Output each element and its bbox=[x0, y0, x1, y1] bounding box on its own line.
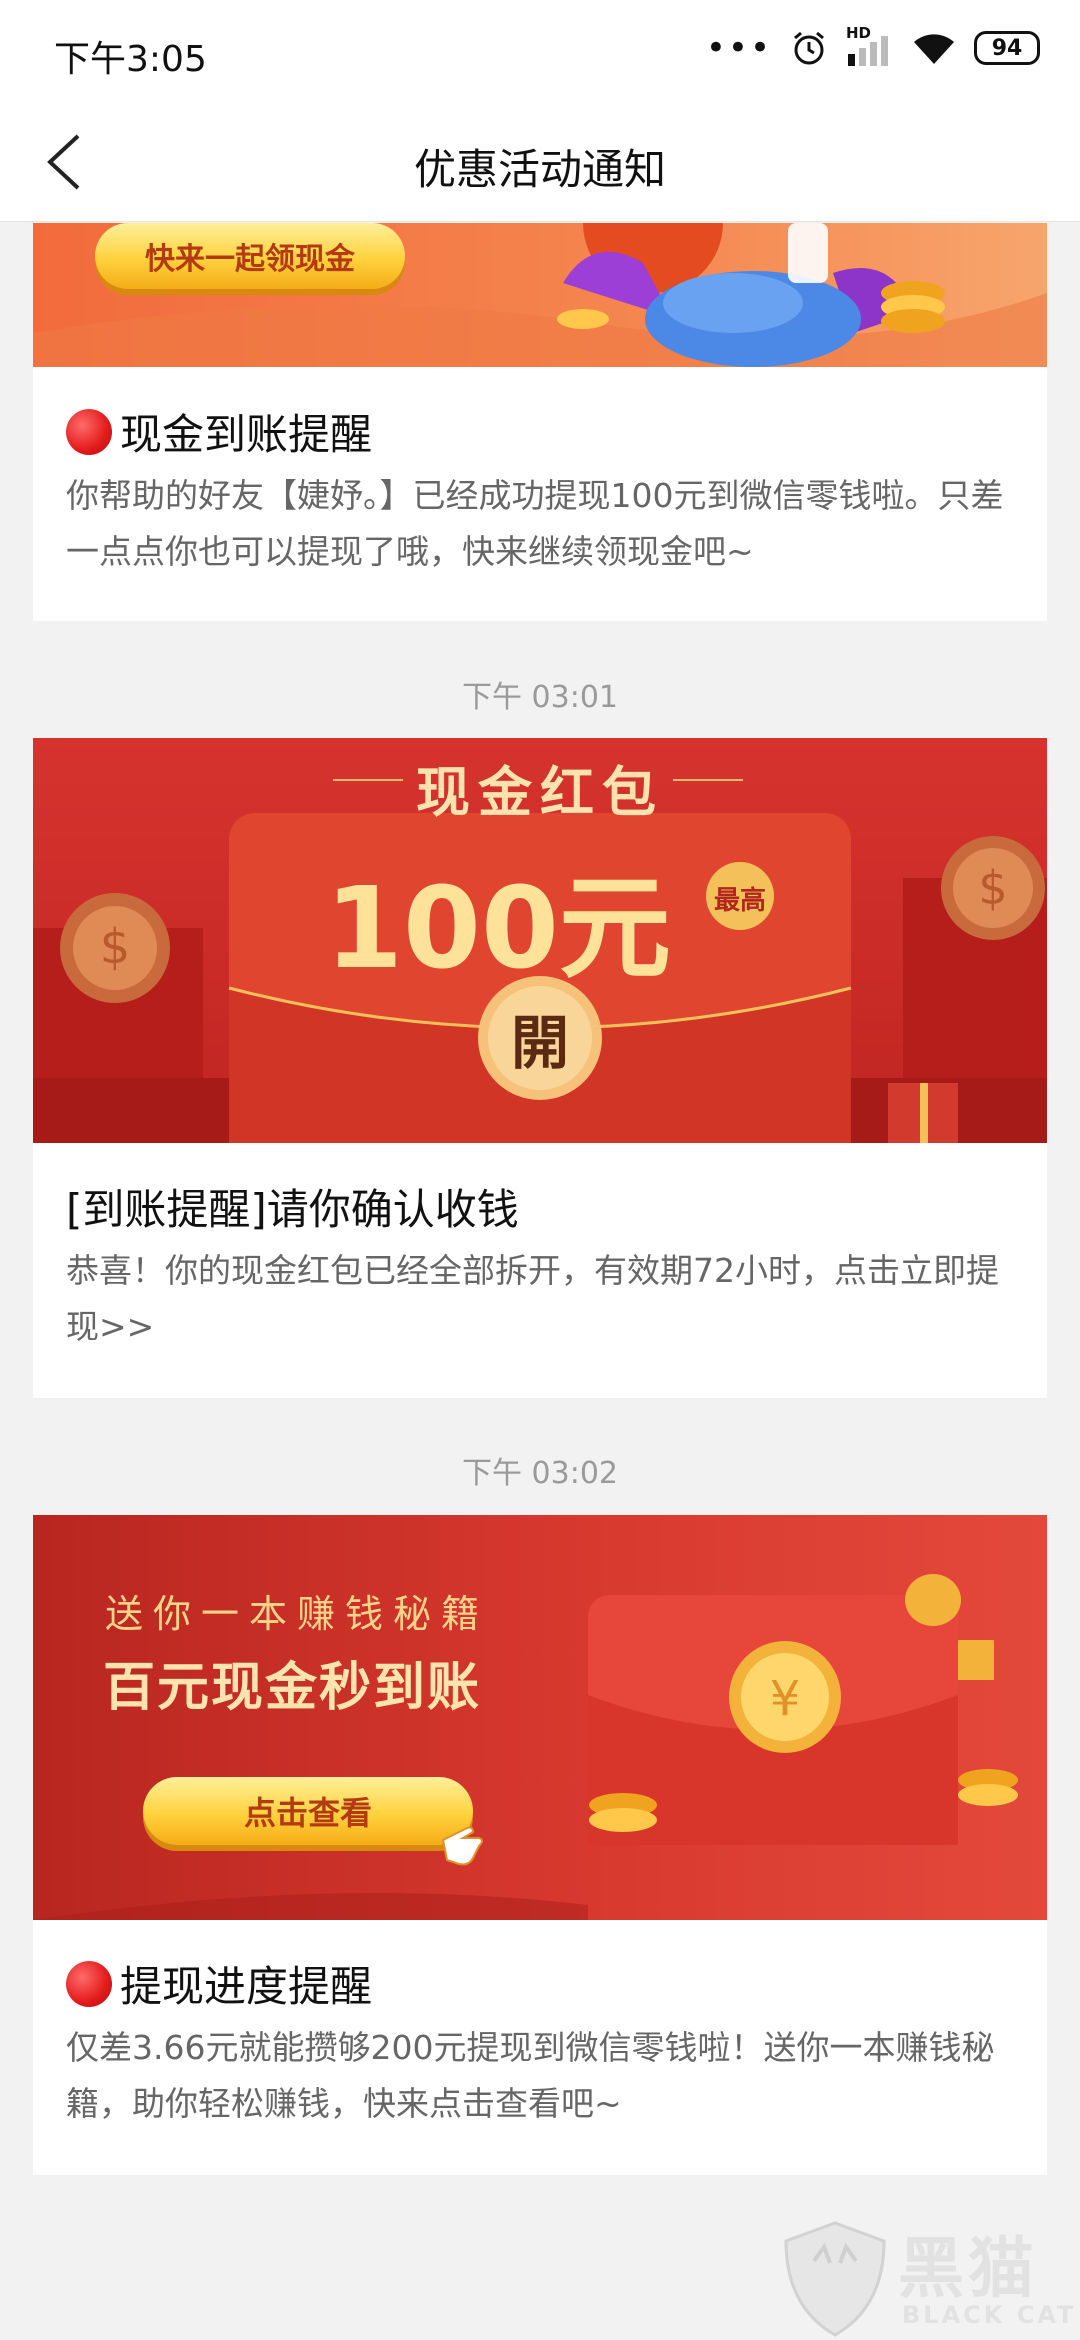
open-button[interactable]: 開 bbox=[488, 986, 592, 1090]
svg-text:¥: ¥ bbox=[770, 1671, 801, 1727]
message-card[interactable]: $ $ 现金红包 100元 最高 開 [到账提醒]请你确认收钱 恭喜！你的现金红… bbox=[33, 738, 1047, 1398]
status-icons: ••• HD 94 bbox=[705, 24, 1040, 68]
banner-line2: 百元现金秒到账 bbox=[103, 1658, 482, 1718]
card-title: 提现进度提醒 bbox=[66, 1953, 372, 2014]
red-dot-icon bbox=[66, 408, 112, 455]
cellular-signal-icon: HD bbox=[846, 24, 894, 68]
banner-line1: 送你一本赚钱秘籍 bbox=[105, 1592, 490, 1636]
card-title: [到账提醒]请你确认收钱 bbox=[66, 1176, 519, 1237]
card-title-text: 提现进度提醒 bbox=[120, 1962, 373, 2011]
watermark: 黑猫 BLACK CAT bbox=[780, 2215, 1080, 2340]
wifi-icon bbox=[914, 34, 954, 64]
card-title-text: [到账提醒]请你确认收钱 bbox=[66, 1185, 519, 1234]
card-description: 恭喜！你的现金红包已经全部拆开，有效期72小时，点击立即提现>> bbox=[66, 1251, 999, 1346]
card-title-text: 现金到账提醒 bbox=[120, 410, 373, 459]
view-button[interactable]: 点击查看 bbox=[143, 1777, 473, 1845]
message-card[interactable]: ¥ 送你一本赚钱秘籍 百元现金秒到账 点击查看 提现进度提醒 仅差3.66元就能… bbox=[33, 1515, 1047, 2175]
join-cash-button[interactable]: 快来一起领现金 bbox=[95, 223, 405, 289]
banner-badge: 最高 bbox=[713, 886, 766, 916]
message-timestamp: 下午 03:02 bbox=[462, 1456, 618, 1491]
promo-banner[interactable]: ¥ 送你一本赚钱秘籍 百元现金秒到账 点击查看 bbox=[33, 1515, 1047, 1920]
nav-header: 优惠活动通知 bbox=[0, 100, 1080, 222]
card-title: 现金到账提醒 bbox=[66, 401, 372, 462]
message-timestamp: 下午 03:01 bbox=[462, 680, 618, 715]
battery-icon: 94 bbox=[974, 31, 1040, 65]
red-dot-icon bbox=[66, 1960, 112, 2007]
promo-banner[interactable]: 快来一起领现金 bbox=[33, 223, 1047, 367]
card-description: 仅差3.66元就能攒够200元提现到微信零钱啦！送你一本赚钱秘籍，助你轻松赚钱，… bbox=[66, 2028, 995, 2123]
message-card[interactable]: 快来一起领现金 现金到账提醒 你帮助的好友【婕妤。】已经成功提现100元到微信零… bbox=[33, 223, 1047, 621]
status-bar: 下午3:05 ••• HD 94 bbox=[0, 0, 1080, 100]
alarm-icon bbox=[794, 31, 824, 65]
pointing-hand-icon bbox=[441, 1826, 483, 1866]
promo-banner[interactable]: $ $ 现金红包 100元 最高 開 bbox=[33, 738, 1047, 1143]
status-time: 下午3:05 bbox=[54, 39, 207, 80]
banner-heading: 现金红包 bbox=[416, 761, 664, 824]
svg-text:$: $ bbox=[978, 861, 1007, 915]
page-title: 优惠活动通知 bbox=[413, 145, 666, 194]
banner-amount: 100元 bbox=[325, 864, 671, 994]
watermark-subtitle: BLACK CAT bbox=[902, 2301, 1077, 2329]
watermark-name: 黑猫 bbox=[898, 2230, 1038, 2307]
cat-shield-icon bbox=[784, 2221, 886, 2337]
card-description: 你帮助的好友【婕妤。】已经成功提现100元到微信零钱啦。只差一点点你也可以提现了… bbox=[66, 476, 1004, 571]
more-dots-icon: ••• bbox=[705, 28, 772, 68]
svg-text:$: $ bbox=[100, 919, 131, 975]
